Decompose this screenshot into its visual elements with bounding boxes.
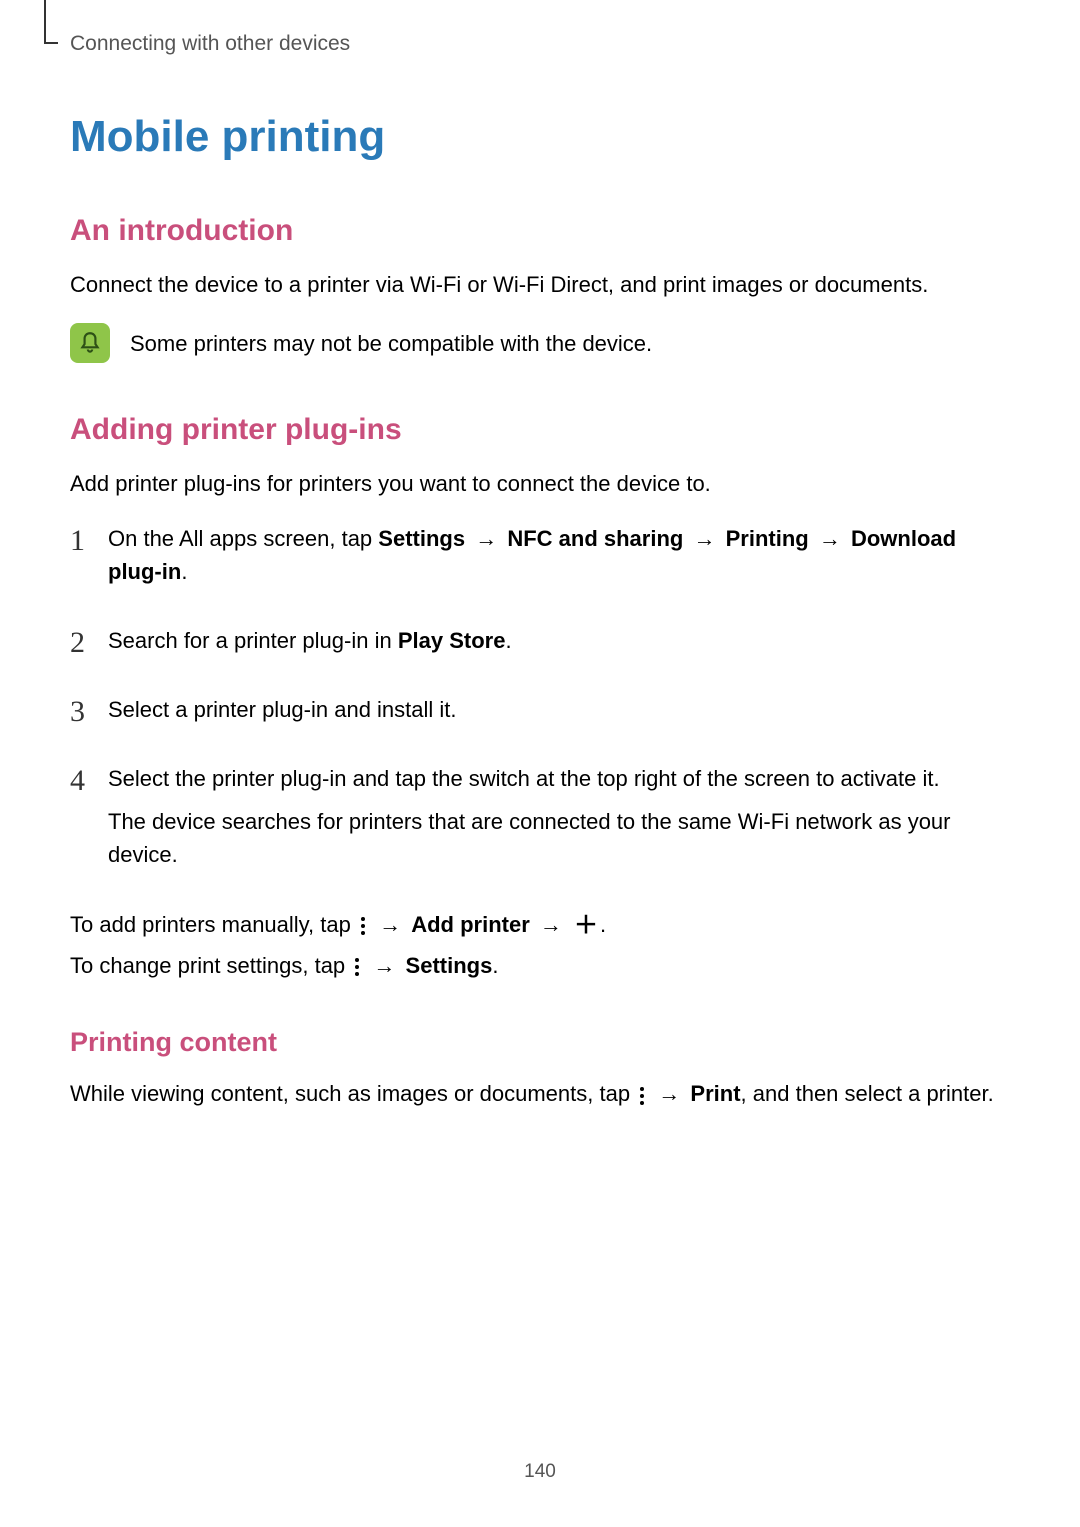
step-1-nfc: NFC and sharing xyxy=(507,526,683,551)
page-content: Connecting with other devices Mobile pri… xyxy=(0,0,1080,1112)
step-4: Select the printer plug-in and tap the s… xyxy=(70,762,1010,871)
step-1-prefix: On the All apps screen, tap xyxy=(108,526,378,551)
plugins-body: Add printer plug-ins for printers you wa… xyxy=(70,467,1010,500)
arrow-icon: → xyxy=(373,953,395,978)
steps-list: On the All apps screen, tap Settings → N… xyxy=(70,522,1010,871)
page-corner-mark xyxy=(44,0,58,44)
manual-add-line: To add printers manually, tap → Add prin… xyxy=(70,907,1010,942)
step-4-line2: The device searches for printers that ar… xyxy=(108,805,1010,871)
more-icon xyxy=(355,956,359,978)
arrow-icon: → xyxy=(540,912,562,937)
plus-icon: ＋ xyxy=(574,914,598,938)
step-1-settings: Settings xyxy=(378,526,465,551)
arrow-icon: → xyxy=(379,912,401,937)
printing-prefix: While viewing content, such as images or… xyxy=(70,1081,636,1106)
settings-label: Settings xyxy=(406,953,493,978)
printing-suffix: , and then select a printer. xyxy=(741,1081,994,1106)
step-3: Select a printer plug-in and install it. xyxy=(70,693,1010,726)
page-number: 140 xyxy=(0,1461,1080,1483)
arrow-icon: → xyxy=(819,526,841,551)
step-4-line1: Select the printer plug-in and tap the s… xyxy=(108,766,940,791)
note-text: Some printers may not be compatible with… xyxy=(130,327,652,360)
step-2-prefix: Search for a printer plug-in in xyxy=(108,628,398,653)
arrow-icon: → xyxy=(658,1081,680,1106)
section-plugins-heading: Adding printer plug-ins xyxy=(70,413,1010,447)
step-2: Search for a printer plug-in in Play Sto… xyxy=(70,624,1010,657)
arrow-icon: → xyxy=(475,526,497,551)
note-bell-icon xyxy=(70,323,110,363)
manual-prefix: To add printers manually, tap xyxy=(70,912,357,937)
step-1-printing: Printing xyxy=(726,526,809,551)
settings-prefix: To change print settings, tap xyxy=(70,953,351,978)
printing-body: While viewing content, such as images or… xyxy=(70,1076,1010,1111)
intro-body: Connect the device to a printer via Wi-F… xyxy=(70,268,1010,301)
print-label: Print xyxy=(690,1081,740,1106)
arrow-icon: → xyxy=(693,526,715,551)
page-title: Mobile printing xyxy=(70,112,1010,162)
breadcrumb: Connecting with other devices xyxy=(70,32,1010,56)
more-icon xyxy=(361,915,365,937)
more-icon xyxy=(640,1085,644,1107)
note-row: Some printers may not be compatible with… xyxy=(70,323,1010,363)
add-printer-label: Add printer xyxy=(411,912,530,937)
step-2-playstore: Play Store xyxy=(398,628,506,653)
section-intro-heading: An introduction xyxy=(70,214,1010,248)
change-settings-line: To change print settings, tap → Settings… xyxy=(70,948,1010,983)
subsection-printing-heading: Printing content xyxy=(70,1027,1010,1058)
step-1: On the All apps screen, tap Settings → N… xyxy=(70,522,1010,588)
